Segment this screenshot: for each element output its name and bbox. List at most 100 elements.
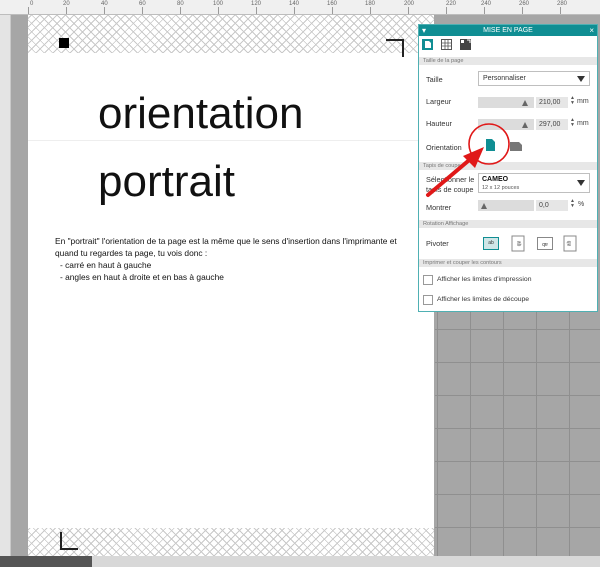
rotate-180-button[interactable]: ab: [537, 237, 553, 250]
width-label: Largeur: [426, 97, 452, 106]
ruler-tick: [66, 7, 67, 14]
heading-orientation[interactable]: orientation: [98, 92, 303, 136]
ruler-label: 0: [30, 1, 34, 7]
non-printable-margin-top: [28, 15, 434, 53]
width-stepper[interactable]: ▲ ▼: [570, 96, 575, 106]
mat-value: CAMEO: [482, 176, 509, 183]
explanation-text[interactable]: En "portrait" l'orientation de ta page e…: [55, 235, 405, 283]
cut-limits-checkbox[interactable]: [423, 295, 433, 305]
vertical-ruler: [0, 15, 11, 567]
explanation-line: En "portrait" l'orientation de ta page e…: [55, 236, 397, 246]
ruler-tick: [104, 7, 105, 14]
ruler-tick: [294, 7, 295, 14]
mat-label-line: Sélectionner le: [426, 175, 475, 184]
close-icon[interactable]: ×: [589, 25, 594, 36]
ruler-tick: [484, 7, 485, 14]
chevron-down-icon[interactable]: ▾: [422, 25, 426, 36]
ruler-tick: [218, 7, 219, 14]
ruler-tick: [408, 7, 409, 14]
ruler-tick: [522, 7, 523, 14]
design-page[interactable]: orientation portrait En "portrait" l'ori…: [28, 15, 434, 556]
height-slider[interactable]: [478, 119, 534, 130]
mat-label: Sélectionner le tapis de coupe: [426, 175, 474, 195]
page-size-select[interactable]: Personnaliser: [478, 71, 590, 86]
orientation-label: Orientation: [426, 143, 462, 152]
cutting-mat-select[interactable]: CAMEO 12 x 12 pouces: [478, 173, 590, 193]
ruler-label: 160: [327, 1, 338, 7]
chevron-down-icon: [577, 180, 585, 186]
ruler-label: 20: [63, 1, 70, 7]
registration-mark-bottom-left: [60, 532, 78, 550]
width-input[interactable]: 210,00: [536, 97, 568, 108]
ruler-label: 220: [446, 1, 457, 7]
horizontal-ruler: 0 20 40 60 80 100 120 140 160 180 200 22…: [0, 0, 600, 15]
cut-limits-label[interactable]: Afficher les limites de découpe: [437, 296, 529, 303]
ruler-label: 40: [101, 1, 108, 7]
chevron-down-icon: [577, 75, 585, 82]
ruler-tick: [256, 7, 257, 14]
ruler-label: 280: [557, 1, 568, 7]
ruler-label: 60: [139, 1, 146, 7]
page-guide-line: [28, 140, 434, 141]
cutting-mat-grid: [435, 312, 600, 556]
show-label: Montrer: [426, 203, 452, 212]
show-unit: %: [578, 201, 585, 208]
mat-label-line: tapis de coupe: [426, 185, 474, 194]
panel-title-bar[interactable]: ▾ MISE EN PAGE ×: [419, 25, 597, 36]
ruler-label: 80: [177, 1, 184, 7]
section-header-rotation: Rotation Affichage: [419, 220, 597, 228]
ruler-label: 100: [213, 1, 224, 7]
show-stepper[interactable]: ▲ ▼: [570, 199, 575, 209]
ruler-label: 240: [481, 1, 492, 7]
rotate-270-button[interactable]: ab: [563, 235, 577, 252]
section-header-page-size: Taille de la page: [419, 57, 597, 65]
heading-portrait[interactable]: portrait: [98, 160, 235, 204]
non-printable-margin-bottom: [28, 528, 434, 556]
section-header-print-cut: Imprimer et couper les contours: [419, 259, 597, 267]
print-limits-label[interactable]: Afficher les limites d'impression: [437, 276, 531, 283]
print-limits-checkbox[interactable]: [423, 275, 433, 285]
registration-mark-top-right: [386, 39, 404, 57]
ruler-tick: [446, 7, 447, 14]
rotate-0-button[interactable]: ab: [483, 237, 499, 250]
height-input[interactable]: 297,00: [536, 119, 568, 130]
panel-title: MISE EN PAGE: [483, 27, 533, 34]
landscape-orientation-icon[interactable]: [509, 140, 523, 152]
scrollbar-thumb[interactable]: [0, 556, 92, 567]
page-size-value: Personnaliser: [483, 75, 526, 82]
show-input[interactable]: 0,0: [536, 200, 568, 211]
ruler-tick: [28, 7, 29, 14]
registration-marks-tab-icon[interactable]: [460, 39, 471, 50]
registration-mark-square: [59, 38, 69, 48]
canvas-margin: [11, 15, 28, 556]
rotate-label: Pivoter: [426, 239, 449, 248]
page-setup-tab-icon[interactable]: [422, 39, 433, 50]
section-header-cutting-mat: Tapis de coupe: [419, 162, 597, 170]
ruler-tick: [560, 7, 561, 14]
show-slider[interactable]: [478, 200, 534, 211]
ruler-label: 200: [404, 1, 415, 7]
width-unit: mm: [577, 98, 589, 105]
mat-size: 12 x 12 pouces: [482, 185, 520, 191]
page-setup-panel: ▾ MISE EN PAGE × Taille de la page Taill…: [418, 24, 598, 312]
grid-tab-icon[interactable]: [441, 39, 452, 50]
explanation-line: quand tu regardes ta page, tu vois donc …: [55, 248, 208, 258]
slider-handle-icon[interactable]: [522, 122, 528, 128]
width-slider[interactable]: [478, 97, 534, 108]
ruler-tick: [142, 7, 143, 14]
ruler-label: 260: [519, 1, 530, 7]
ruler-label: 120: [251, 1, 262, 7]
ruler-tick: [180, 7, 181, 14]
ruler-tick: [370, 7, 371, 14]
slider-handle-icon[interactable]: [481, 203, 487, 209]
rotate-90-button[interactable]: ab: [511, 235, 525, 252]
portrait-orientation-icon[interactable]: [484, 138, 497, 152]
height-label: Hauteur: [426, 119, 452, 128]
height-stepper[interactable]: ▲ ▼: [570, 118, 575, 128]
ruler-label: 140: [289, 1, 300, 7]
explanation-bullet: - angles en haut à droite et en bas à ga…: [60, 272, 224, 282]
ruler-tick: [332, 7, 333, 14]
height-unit: mm: [577, 120, 589, 127]
size-label: Taille: [426, 75, 443, 84]
slider-handle-icon[interactable]: [522, 100, 528, 106]
